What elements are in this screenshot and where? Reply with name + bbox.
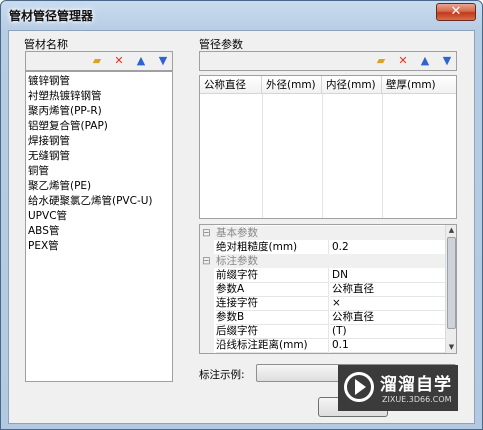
- grid-divider: [322, 94, 323, 218]
- title-bar[interactable]: 管材管径管理器 ✕: [1, 1, 482, 27]
- list-item[interactable]: 铝塑复合管(PAP): [28, 119, 108, 134]
- scroll-down-icon[interactable]: ▼: [446, 342, 457, 353]
- material-list[interactable]: 镀锌钢管 衬塑热镀锌钢管 聚丙烯管(PP-R) 铝塑复合管(PAP) 焊接钢管 …: [25, 71, 173, 382]
- list-item[interactable]: 聚丙烯管(PP-R): [28, 104, 102, 119]
- list-item[interactable]: 无缝钢管: [28, 149, 70, 164]
- property-value[interactable]: ×: [330, 296, 446, 311]
- column-header[interactable]: 壁厚(mm): [382, 76, 456, 94]
- list-item[interactable]: 衬塑热镀锌钢管: [28, 89, 102, 104]
- property-value[interactable]: 0.1: [330, 338, 446, 353]
- category-basic[interactable]: ⊟ 基本参数: [200, 226, 456, 240]
- list-item[interactable]: 铜管: [28, 164, 49, 179]
- list-item[interactable]: 镀锌钢管: [28, 74, 70, 89]
- list-item[interactable]: ABS管: [28, 224, 59, 239]
- diameter-toolbar: ▰ ✕ ▲ ▼: [199, 51, 457, 71]
- property-row[interactable]: 参数A 公称直径: [200, 282, 456, 297]
- property-name: 参数A: [216, 282, 329, 297]
- folder-icon[interactable]: ▰: [90, 54, 104, 68]
- property-name: 连接字符: [216, 296, 329, 311]
- property-name: 沿线标注距离(mm): [216, 338, 329, 353]
- property-value[interactable]: 公称直径: [330, 282, 446, 297]
- list-item[interactable]: 聚乙烯管(PE): [28, 179, 91, 194]
- watermark: 溜溜自学 ZIXUE.3D66.COM: [338, 365, 458, 411]
- property-name: 后缀字符: [216, 324, 329, 339]
- scroll-up-icon[interactable]: ▲: [446, 225, 457, 236]
- list-item[interactable]: 焊接钢管: [28, 134, 70, 149]
- property-value[interactable]: 0.2: [330, 240, 446, 255]
- watermark-brand: 溜溜自学: [380, 375, 452, 395]
- scroll-thumb[interactable]: [447, 237, 456, 329]
- property-row[interactable]: 参数B 公称直径: [200, 310, 456, 325]
- window-title: 管材管径管理器: [9, 9, 94, 23]
- grid-divider: [382, 94, 383, 218]
- arrow-up-icon[interactable]: ▲: [418, 54, 432, 68]
- diameter-group-label: 管径参数: [199, 38, 243, 51]
- property-row[interactable]: 前缀字符 DN: [200, 268, 456, 283]
- property-row[interactable]: 后缀字符 (T): [200, 324, 456, 339]
- property-name: 参数B: [216, 310, 329, 325]
- list-item[interactable]: UPVC管: [28, 209, 67, 224]
- column-header[interactable]: 外径(mm): [262, 76, 322, 94]
- property-value[interactable]: DN: [330, 268, 446, 283]
- folder-icon[interactable]: ▰: [374, 54, 388, 68]
- material-group-label: 管材名称: [24, 38, 68, 51]
- property-grid[interactable]: ⊟ 基本参数 绝对粗糙度(mm) 0.2 ⊟ 标注参数 前缀字符 DN 参数A …: [199, 224, 457, 354]
- arrow-down-icon[interactable]: ▼: [156, 54, 170, 68]
- property-name: 绝对粗糙度(mm): [216, 240, 329, 255]
- list-item[interactable]: PEX管: [28, 239, 59, 254]
- delete-icon[interactable]: ✕: [396, 54, 410, 68]
- list-item[interactable]: 给水硬聚氯乙烯管(PVC-U): [28, 194, 153, 209]
- property-value[interactable]: (T): [330, 324, 446, 339]
- property-name: 前缀字符: [216, 268, 329, 283]
- grid-header: 公称直径 外径(mm) 内径(mm) 壁厚(mm): [200, 76, 456, 94]
- arrow-down-icon[interactable]: ▼: [440, 54, 454, 68]
- example-label: 标注示例:: [199, 369, 245, 381]
- pipe-manager-window: 管材管径管理器 ✕ 管材名称 ▰ ✕ ▲ ▼ 镀锌钢管 衬塑热镀锌钢管 聚丙烯管…: [0, 0, 483, 430]
- column-header[interactable]: 内径(mm): [322, 76, 382, 94]
- arrow-up-icon[interactable]: ▲: [134, 54, 148, 68]
- property-scrollbar[interactable]: ▲ ▼: [445, 225, 456, 353]
- watermark-site: ZIXUE.3D66.COM: [382, 395, 452, 404]
- delete-icon[interactable]: ✕: [112, 54, 126, 68]
- property-row[interactable]: 连接字符 ×: [200, 296, 456, 311]
- diameter-grid[interactable]: 公称直径 外径(mm) 内径(mm) 壁厚(mm): [199, 75, 457, 219]
- close-button[interactable]: ✕: [436, 3, 476, 21]
- category-label[interactable]: ⊟ 标注参数: [200, 254, 456, 268]
- collapse-icon[interactable]: ⊟: [202, 226, 211, 240]
- grid-divider: [262, 94, 263, 218]
- category-title: 标注参数: [216, 255, 258, 267]
- play-logo-icon: [344, 372, 374, 402]
- category-title: 基本参数: [216, 227, 258, 239]
- property-row[interactable]: 绝对粗糙度(mm) 0.2: [200, 240, 456, 255]
- property-row[interactable]: 沿线标注距离(mm) 0.1: [200, 338, 456, 353]
- property-value[interactable]: 公称直径: [330, 310, 446, 325]
- collapse-icon[interactable]: ⊟: [202, 254, 211, 268]
- column-header[interactable]: 公称直径: [200, 76, 262, 94]
- material-toolbar: ▰ ✕ ▲ ▼: [25, 51, 173, 71]
